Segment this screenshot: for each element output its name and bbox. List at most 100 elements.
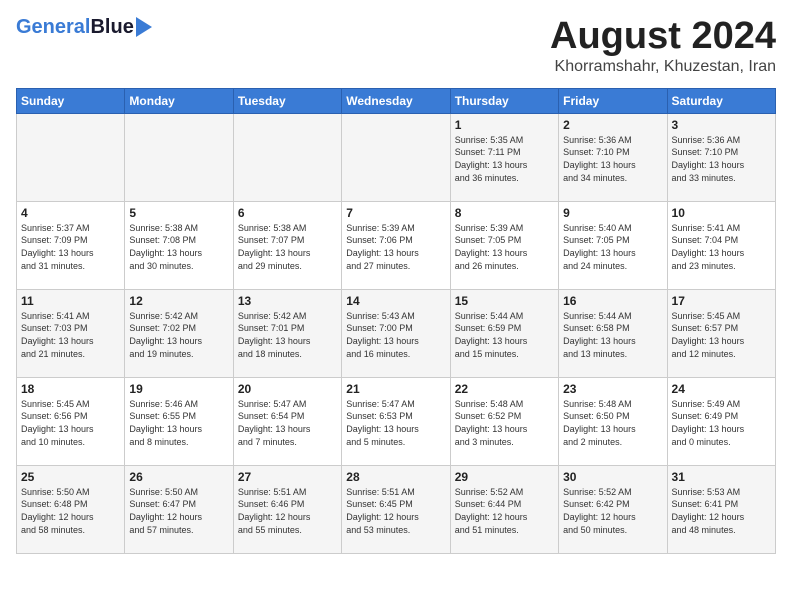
table-row: 20 Sunrise: 5:47 AM Sunset: 6:54 PM Dayli…	[233, 377, 341, 465]
calendar-week-row: 1 Sunrise: 5:35 AM Sunset: 7:11 PM Daylig…	[17, 113, 776, 201]
day-number: 25	[21, 470, 120, 484]
header-sunday: Sunday	[17, 88, 125, 113]
day-number: 21	[346, 382, 445, 396]
calendar-week-row: 4Sunrise: 5:37 AM Sunset: 7:09 PM Daylig…	[17, 201, 776, 289]
table-row	[342, 113, 450, 201]
location-title: Khorramshahr, Khuzestan, Iran	[550, 58, 776, 76]
title-block: August 2024 Khorramshahr, Khuzestan, Ira…	[550, 16, 776, 76]
day-info: Sunrise: 5:36 AM Sunset: 7:10 PM Dayligh…	[563, 135, 636, 183]
day-number: 14	[346, 294, 445, 308]
day-info: Sunrise: 5:44 AM Sunset: 6:59 PM Dayligh…	[455, 311, 528, 359]
logo-text: GeneralBlue	[16, 16, 134, 39]
table-row: 25 Sunrise: 5:50 AM Sunset: 6:48 PM Dayli…	[17, 465, 125, 553]
day-info: Sunrise: 5:51 AM Sunset: 6:45 PM Dayligh…	[346, 487, 419, 535]
header-friday: Friday	[559, 88, 667, 113]
day-number: 10	[672, 206, 771, 220]
calendar-week-row: 18 Sunrise: 5:45 AM Sunset: 6:56 PM Dayli…	[17, 377, 776, 465]
header-saturday: Saturday	[667, 88, 775, 113]
header-wednesday: Wednesday	[342, 88, 450, 113]
day-info: Sunrise: 5:45 AM Sunset: 6:57 PM Dayligh…	[672, 311, 745, 359]
header-thursday: Thursday	[450, 88, 558, 113]
day-number: 13	[238, 294, 337, 308]
table-row: 16 Sunrise: 5:44 AM Sunset: 6:58 PM Dayli…	[559, 289, 667, 377]
day-number: 20	[238, 382, 337, 396]
day-info: Sunrise: 5:53 AM Sunset: 6:41 PM Dayligh…	[672, 487, 745, 535]
day-info: Sunrise: 5:52 AM Sunset: 6:44 PM Dayligh…	[455, 487, 528, 535]
calendar-week-row: 11Sunrise: 5:41 AM Sunset: 7:03 PM Dayli…	[17, 289, 776, 377]
day-number: 1	[455, 118, 554, 132]
table-row: 23 Sunrise: 5:48 AM Sunset: 6:50 PM Dayli…	[559, 377, 667, 465]
day-info: Sunrise: 5:47 AM Sunset: 6:53 PM Dayligh…	[346, 399, 419, 447]
table-row: 30 Sunrise: 5:52 AM Sunset: 6:42 PM Dayli…	[559, 465, 667, 553]
day-info: Sunrise: 5:41 AM Sunset: 7:04 PM Dayligh…	[672, 223, 745, 271]
day-info: Sunrise: 5:50 AM Sunset: 6:48 PM Dayligh…	[21, 487, 94, 535]
table-row: 29 Sunrise: 5:52 AM Sunset: 6:44 PM Dayli…	[450, 465, 558, 553]
day-info: Sunrise: 5:51 AM Sunset: 6:46 PM Dayligh…	[238, 487, 311, 535]
day-info: Sunrise: 5:42 AM Sunset: 7:01 PM Dayligh…	[238, 311, 311, 359]
day-number: 9	[563, 206, 662, 220]
calendar-header-row: Sunday Monday Tuesday Wednesday Thursday…	[17, 88, 776, 113]
table-row: 4Sunrise: 5:37 AM Sunset: 7:09 PM Daylig…	[17, 201, 125, 289]
table-row: 15 Sunrise: 5:44 AM Sunset: 6:59 PM Dayli…	[450, 289, 558, 377]
day-info: Sunrise: 5:48 AM Sunset: 6:50 PM Dayligh…	[563, 399, 636, 447]
table-row: 6Sunrise: 5:38 AM Sunset: 7:07 PM Daylig…	[233, 201, 341, 289]
day-info: Sunrise: 5:39 AM Sunset: 7:05 PM Dayligh…	[455, 223, 528, 271]
day-number: 31	[672, 470, 771, 484]
table-row: 27 Sunrise: 5:51 AM Sunset: 6:46 PM Dayli…	[233, 465, 341, 553]
day-info: Sunrise: 5:47 AM Sunset: 6:54 PM Dayligh…	[238, 399, 311, 447]
table-row: 3Sunrise: 5:36 AM Sunset: 7:10 PM Daylig…	[667, 113, 775, 201]
day-number: 19	[129, 382, 228, 396]
table-row	[125, 113, 233, 201]
table-row	[233, 113, 341, 201]
logo-arrow-icon	[136, 17, 152, 37]
calendar-table: Sunday Monday Tuesday Wednesday Thursday…	[16, 88, 776, 554]
table-row	[17, 113, 125, 201]
day-number: 30	[563, 470, 662, 484]
header-tuesday: Tuesday	[233, 88, 341, 113]
table-row: 18 Sunrise: 5:45 AM Sunset: 6:56 PM Dayli…	[17, 377, 125, 465]
day-number: 12	[129, 294, 228, 308]
table-row: 8 Sunrise: 5:39 AM Sunset: 7:05 PM Daylig…	[450, 201, 558, 289]
day-number: 23	[563, 382, 662, 396]
logo: GeneralBlue Blue	[16, 16, 152, 39]
day-number: 11	[21, 294, 120, 308]
table-row: 14Sunrise: 5:43 AM Sunset: 7:00 PM Dayli…	[342, 289, 450, 377]
table-row: 7Sunrise: 5:39 AM Sunset: 7:06 PM Daylig…	[342, 201, 450, 289]
day-number: 2	[563, 118, 662, 132]
table-row: 11Sunrise: 5:41 AM Sunset: 7:03 PM Dayli…	[17, 289, 125, 377]
table-row: 31 Sunrise: 5:53 AM Sunset: 6:41 PM Dayli…	[667, 465, 775, 553]
day-info: Sunrise: 5:50 AM Sunset: 6:47 PM Dayligh…	[129, 487, 202, 535]
day-number: 18	[21, 382, 120, 396]
day-number: 3	[672, 118, 771, 132]
table-row: 19Sunrise: 5:46 AM Sunset: 6:55 PM Dayli…	[125, 377, 233, 465]
day-number: 29	[455, 470, 554, 484]
table-row: 26 Sunrise: 5:50 AM Sunset: 6:47 PM Dayli…	[125, 465, 233, 553]
day-info: Sunrise: 5:40 AM Sunset: 7:05 PM Dayligh…	[563, 223, 636, 271]
day-number: 26	[129, 470, 228, 484]
table-row: 28 Sunrise: 5:51 AM Sunset: 6:45 PM Dayli…	[342, 465, 450, 553]
day-info: Sunrise: 5:45 AM Sunset: 6:56 PM Dayligh…	[21, 399, 94, 447]
table-row: 5 Sunrise: 5:38 AM Sunset: 7:08 PM Daylig…	[125, 201, 233, 289]
day-number: 8	[455, 206, 554, 220]
day-number: 5	[129, 206, 228, 220]
day-info: Sunrise: 5:52 AM Sunset: 6:42 PM Dayligh…	[563, 487, 636, 535]
day-info: Sunrise: 5:48 AM Sunset: 6:52 PM Dayligh…	[455, 399, 528, 447]
day-info: Sunrise: 5:49 AM Sunset: 6:49 PM Dayligh…	[672, 399, 745, 447]
day-info: Sunrise: 5:44 AM Sunset: 6:58 PM Dayligh…	[563, 311, 636, 359]
day-number: 17	[672, 294, 771, 308]
day-info: Sunrise: 5:38 AM Sunset: 7:08 PM Dayligh…	[129, 223, 202, 271]
calendar-week-row: 25 Sunrise: 5:50 AM Sunset: 6:48 PM Dayli…	[17, 465, 776, 553]
day-number: 27	[238, 470, 337, 484]
day-number: 15	[455, 294, 554, 308]
day-number: 7	[346, 206, 445, 220]
day-number: 22	[455, 382, 554, 396]
table-row: 21 Sunrise: 5:47 AM Sunset: 6:53 PM Dayli…	[342, 377, 450, 465]
day-info: Sunrise: 5:38 AM Sunset: 7:07 PM Dayligh…	[238, 223, 311, 271]
day-number: 28	[346, 470, 445, 484]
day-number: 16	[563, 294, 662, 308]
day-number: 24	[672, 382, 771, 396]
table-row: 12Sunrise: 5:42 AM Sunset: 7:02 PM Dayli…	[125, 289, 233, 377]
table-row: 17 Sunrise: 5:45 AM Sunset: 6:57 PM Dayli…	[667, 289, 775, 377]
day-info: Sunrise: 5:35 AM Sunset: 7:11 PM Dayligh…	[455, 135, 528, 183]
day-number: 4	[21, 206, 120, 220]
